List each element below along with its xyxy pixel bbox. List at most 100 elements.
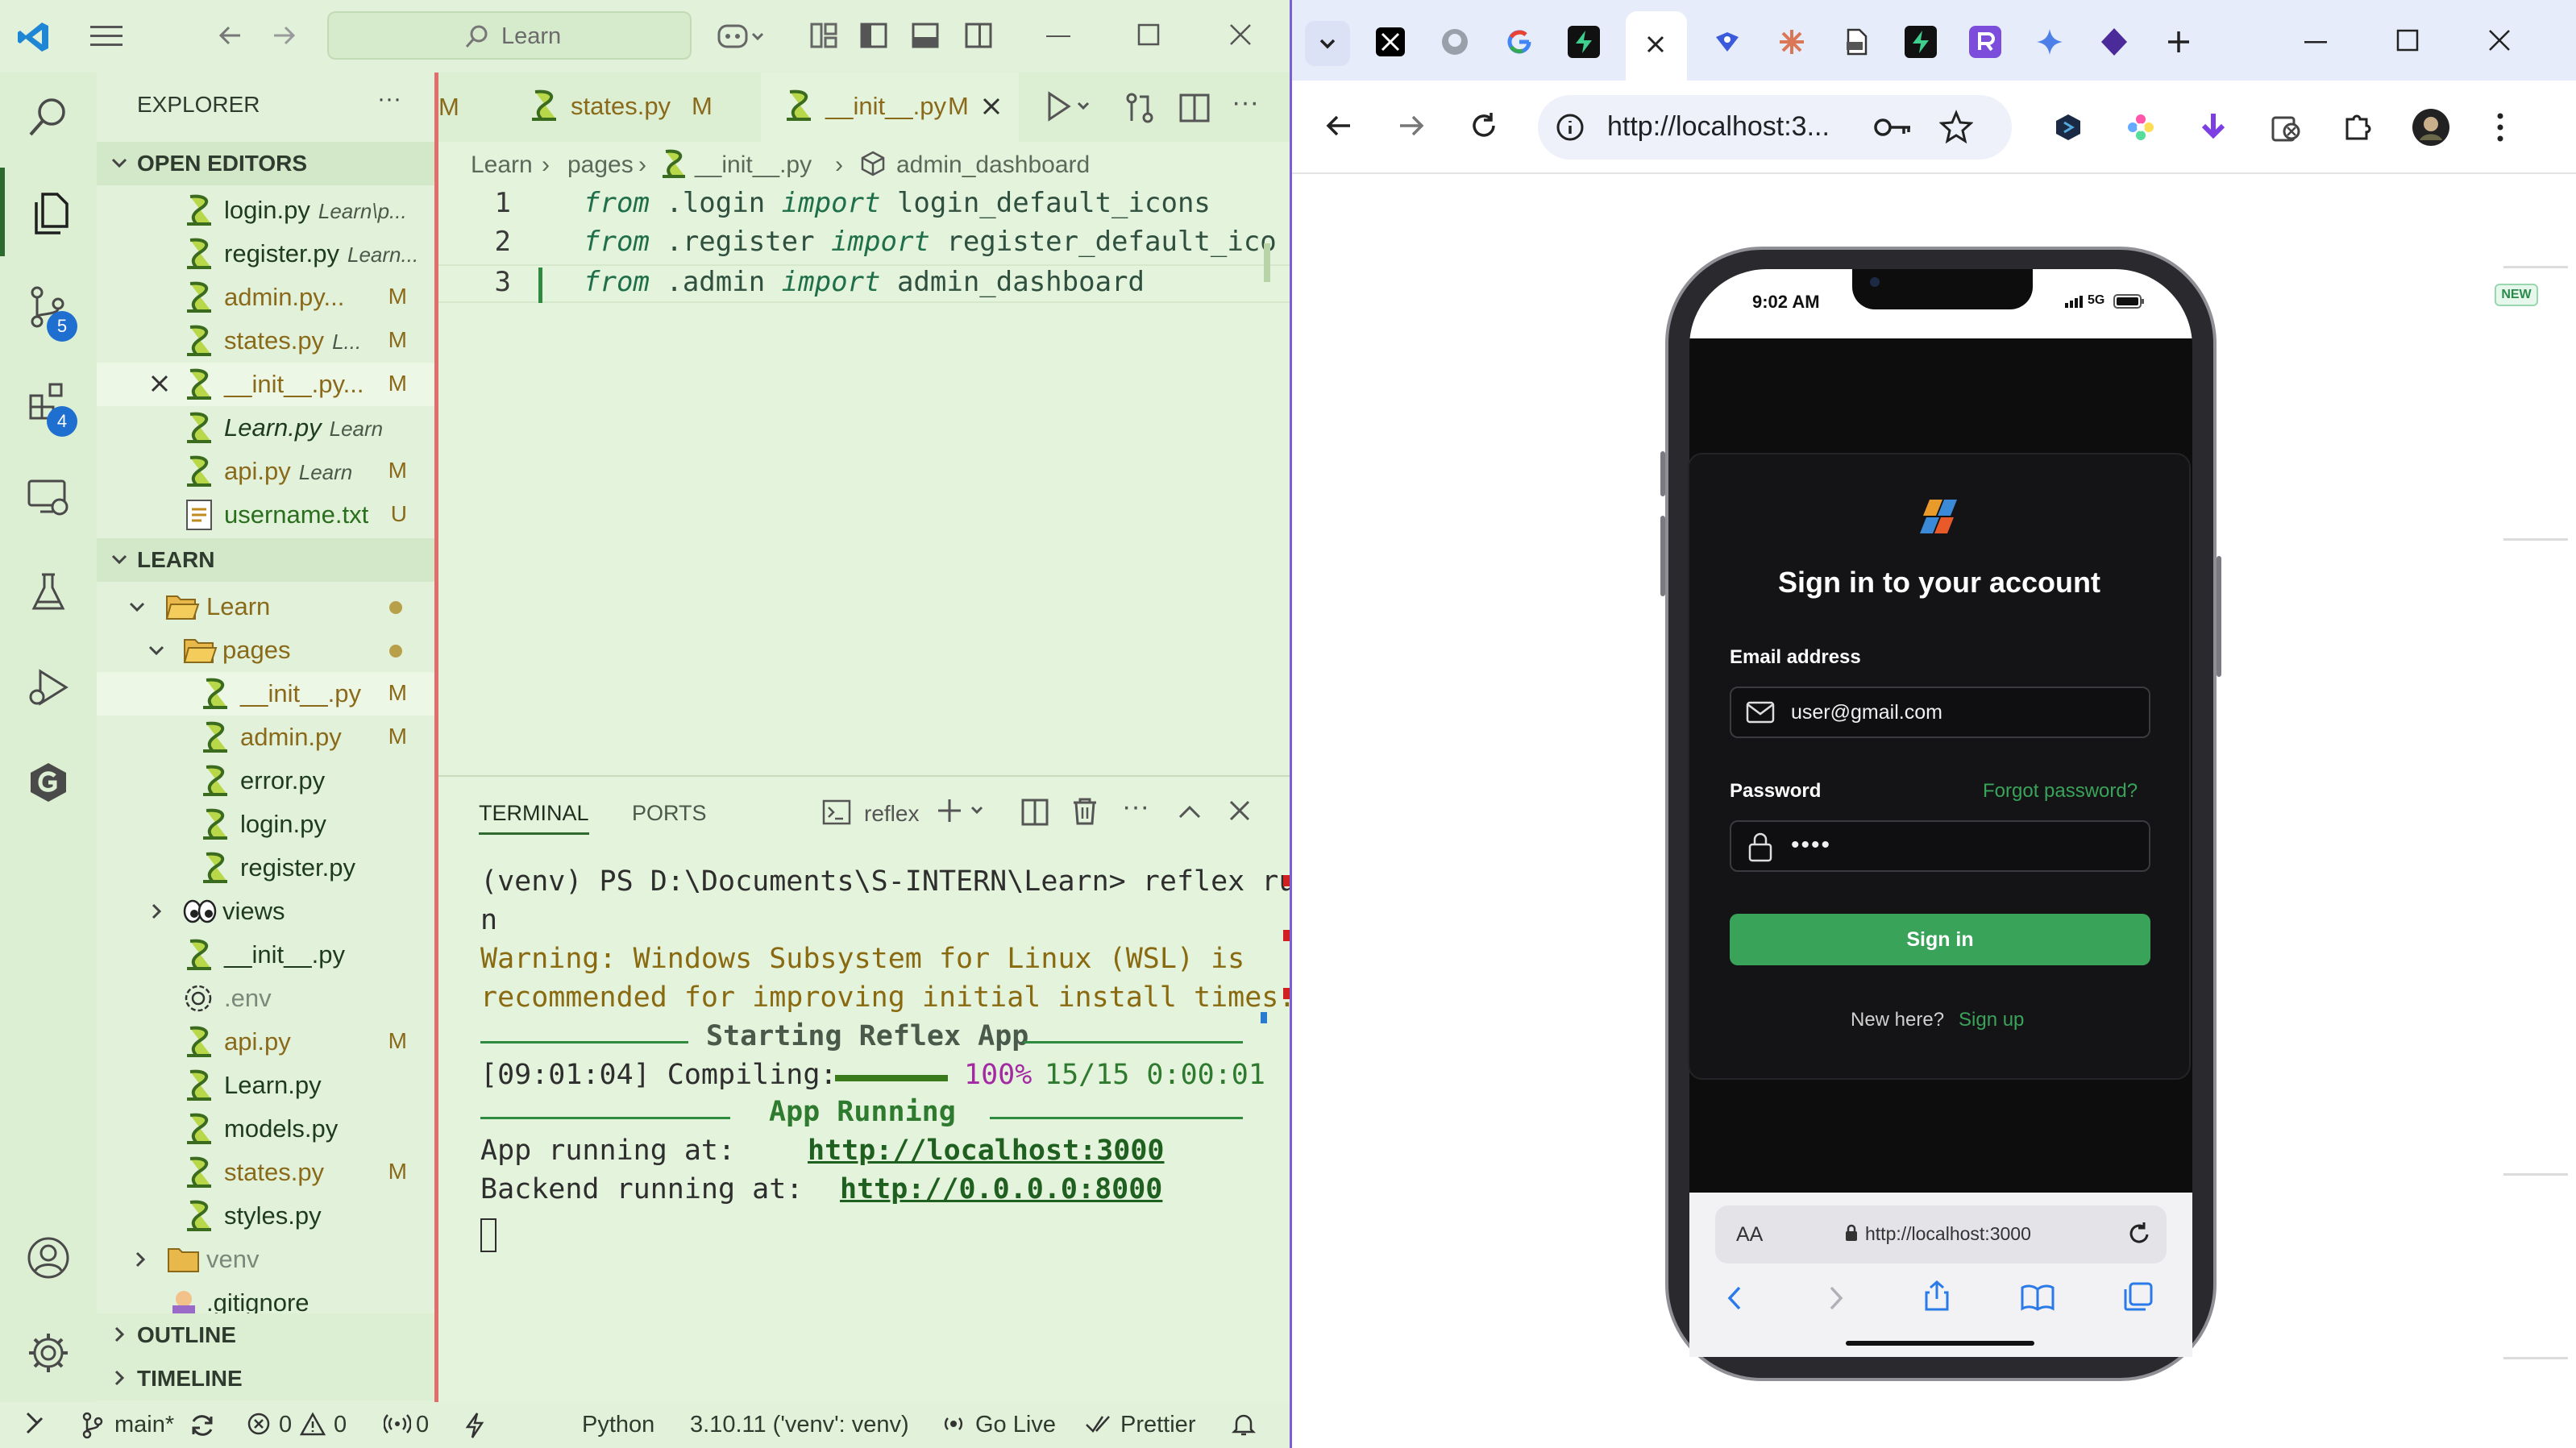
search-view-icon[interactable] [0,73,97,161]
open-editor-item[interactable]: username.txt U [97,493,434,537]
google-tab-icon[interactable] [1497,19,1542,64]
breadcrumb-item[interactable]: Learn [471,151,533,179]
branch-name[interactable]: main* [114,1412,174,1438]
tab-ports[interactable]: PORTS [632,801,707,826]
safari-url-bar[interactable]: AA http://localhost:3000 [1715,1205,2167,1263]
close-window-icon[interactable] [1227,21,1254,48]
address-bar[interactable]: http://localhost:3... [1538,95,2012,160]
remote-explorer-icon[interactable] [0,453,97,541]
file-item[interactable]: api.py M [97,1020,434,1064]
split-editor-icon[interactable] [1178,92,1211,124]
browser-maximize-icon[interactable] [2395,27,2420,53]
minimize-icon[interactable] [1045,23,1072,50]
branch-icon[interactable] [81,1412,103,1439]
maximize-icon[interactable] [1135,21,1162,48]
reflex-tab-icon[interactable] [1963,19,2008,64]
safari-share-icon[interactable] [1923,1280,1951,1312]
forward-arrow-icon[interactable] [269,21,298,50]
open-editor-item[interactable]: Learn.py Learn [97,406,434,450]
python-interpreter[interactable]: 3.10.11 ('venv': venv) [690,1412,909,1438]
back-arrow-icon[interactable] [216,21,245,50]
learn-folder-header[interactable]: LEARN [97,538,434,582]
go-live-icon[interactable] [941,1412,966,1436]
app-url-link[interactable]: http://localhost:3000 [808,1135,1165,1167]
file-item[interactable]: .env [97,977,434,1020]
safari-forward-icon[interactable] [1823,1284,1847,1312]
file-item[interactable]: register.py [97,846,434,890]
close-tab-icon[interactable] [980,95,1003,118]
signup-link[interactable]: Sign up [1959,1009,2024,1031]
remote-indicator-icon[interactable] [23,1410,47,1438]
explorer-more-button[interactable]: ··· [377,85,401,113]
split-terminal-icon[interactable] [1020,798,1049,827]
toggle-panel-icon[interactable] [911,21,940,50]
open-editors-header[interactable]: OPEN EDITORS [97,142,434,185]
tab-search-chevron-icon[interactable] [1305,21,1350,66]
new-tab-plus-icon[interactable] [2156,19,2201,64]
close-tab-icon[interactable] [1643,32,1668,56]
open-editor-item-active[interactable]: __init__.py... M [97,363,434,406]
breadcrumb-item[interactable]: pages [567,151,634,179]
password-key-icon[interactable] [1873,113,1913,142]
close-editor-icon[interactable] [148,372,171,395]
breadcrumb-item[interactable]: admin_dashboard [896,151,1090,179]
folder-item[interactable]: venv [97,1238,434,1281]
explorer-view-icon[interactable] [0,168,97,256]
open-editor-item[interactable]: admin.py... M [97,276,434,319]
file-item-selected[interactable]: __init__.py M [97,672,434,716]
close-panel-icon[interactable] [1227,798,1253,824]
extensions-puzzle-icon[interactable] [2338,107,2379,147]
extension-cube-tab-icon[interactable] [2092,19,2137,64]
breadcrumb-item[interactable]: __init__.py [695,151,812,179]
email-field[interactable]: user@gmail.com [1730,687,2150,738]
signin-button[interactable]: Sign in [1730,914,2150,965]
file-item[interactable]: styles.py [97,1194,434,1238]
prettier-check-icon[interactable] [1085,1412,1111,1436]
safari-reload-icon[interactable] [2126,1220,2152,1247]
gitlens-icon[interactable] [0,738,97,827]
file-item[interactable]: states.py M [97,1151,434,1194]
browser-back-icon[interactable] [1323,110,1355,142]
extension-tab-icon[interactable] [1705,19,1750,64]
browser-close-icon[interactable] [2487,27,2512,53]
file-item[interactable]: Learn.py [97,1064,434,1107]
download-arrow-icon[interactable] [2193,107,2233,147]
compare-changes-icon[interactable] [1124,92,1156,124]
ports-broadcast-icon[interactable] [384,1412,411,1436]
command-center-search[interactable]: Learn [327,11,692,60]
run-python-icon[interactable] [1046,90,1095,122]
tab-terminal[interactable]: TERMINAL [479,801,589,835]
safari-bookmarks-icon[interactable] [2020,1283,2055,1312]
tab-states-py[interactable]: states.py M [503,73,761,142]
safari-url-text[interactable]: http://localhost:3000 [1865,1223,2031,1245]
file-item[interactable]: admin.py M [97,716,434,759]
code-editor[interactable]: 1 from .login import login_default_icons… [438,187,1290,775]
forgot-password-link[interactable]: Forgot password? [1983,780,2138,803]
outline-header[interactable]: OUTLINE [97,1313,434,1357]
password-field[interactable]: •••• [1730,820,2150,872]
menu-icon[interactable] [90,24,123,48]
browser-forward-icon[interactable] [1395,110,1427,142]
open-editor-item[interactable]: login.py Learn\p... [97,189,434,232]
supabase-tab-icon[interactable] [1561,19,1606,64]
profile-avatar[interactable] [2411,107,2451,147]
timeline-header[interactable]: TIMELINE [97,1357,434,1400]
file-item[interactable]: __init__.py [97,933,434,977]
safari-tabs-icon[interactable] [2123,1281,2154,1312]
reader-aa-button[interactable]: AA [1736,1223,1763,1247]
file-item[interactable]: .gitignore [97,1281,434,1313]
active-tab[interactable] [1626,11,1687,81]
toggle-secondary-sidebar-icon[interactable] [964,21,993,50]
sync-icon[interactable] [189,1412,216,1439]
extension-flower-icon[interactable] [2121,107,2161,147]
folder-item[interactable]: pages [97,629,434,672]
file-item[interactable]: models.py [97,1107,434,1151]
new-terminal-icon[interactable] [937,796,993,828]
url-text[interactable]: http://localhost:3... [1607,111,1830,143]
warnings-count[interactable]: 0 [334,1412,347,1438]
github-tab-icon[interactable] [1432,19,1477,64]
prettier-button[interactable]: Prettier [1120,1412,1195,1438]
document-tab-icon[interactable] [1834,19,1879,64]
open-editor-item[interactable]: register.py Learn... [97,232,434,276]
open-editor-item[interactable]: api.py Learn M [97,450,434,493]
